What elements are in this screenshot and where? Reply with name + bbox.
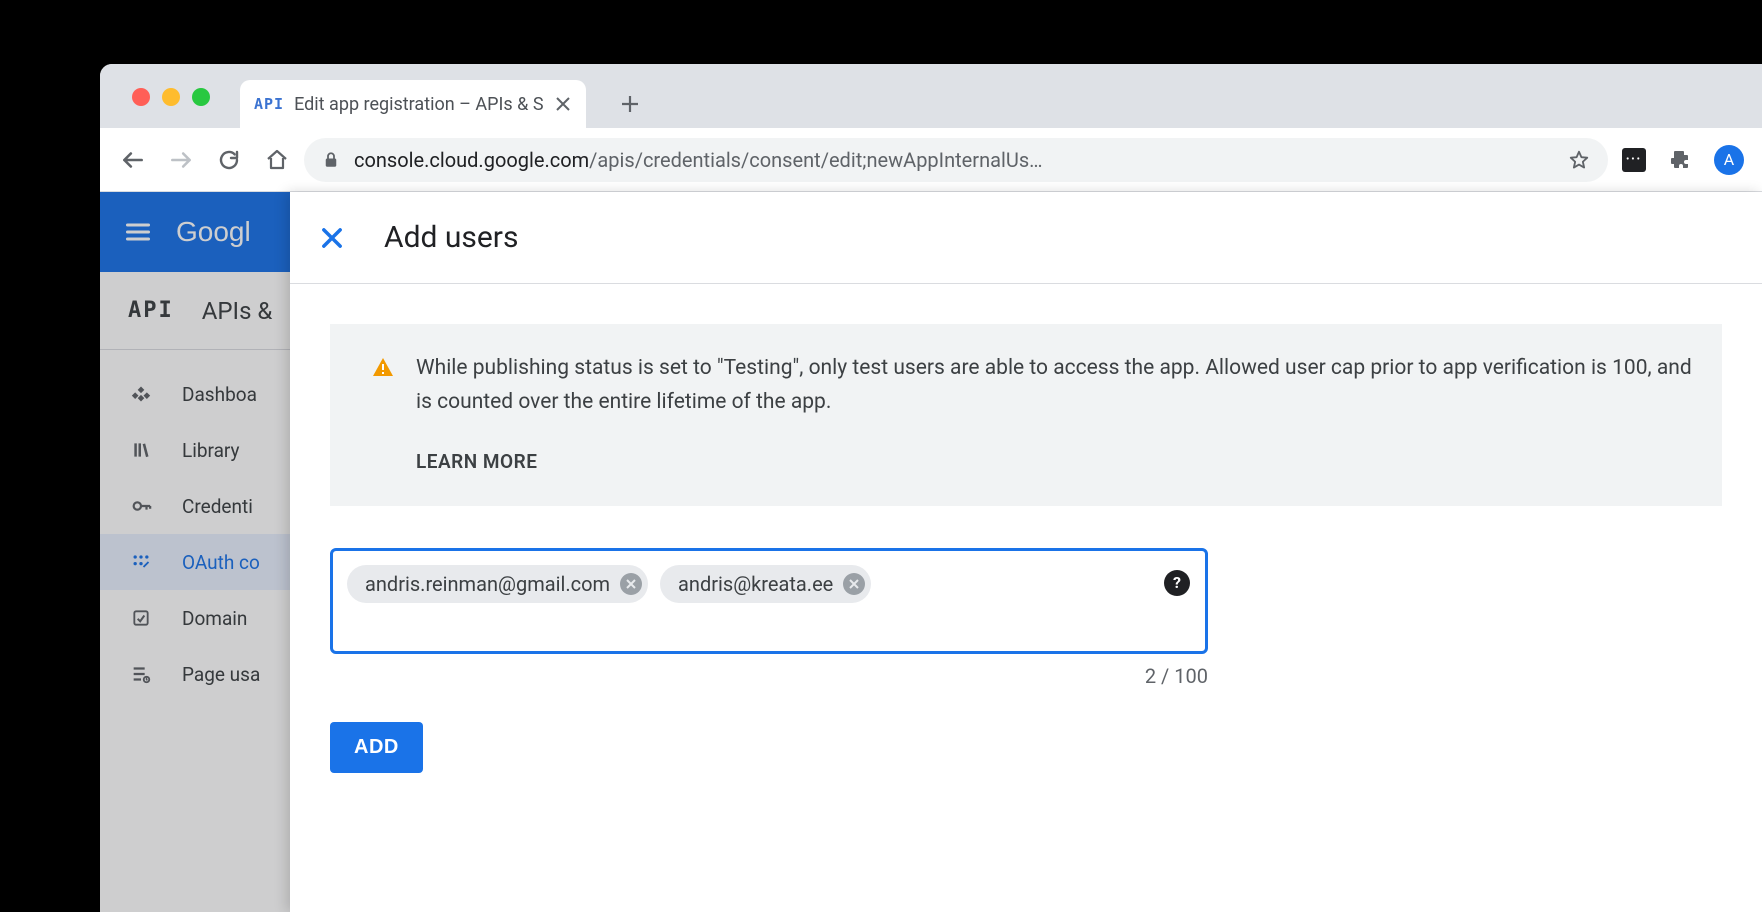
reload-button[interactable] [208, 139, 250, 181]
chip-remove-button[interactable] [843, 573, 865, 595]
url-text: console.cloud.google.com/apis/credential… [354, 148, 1554, 172]
lock-icon [322, 151, 340, 169]
new-tab-button[interactable] [610, 84, 650, 124]
users-chip-input[interactable]: andris.reinman@gmail.com andris@kreata.e… [330, 548, 1208, 654]
chip-label: andris.reinman@gmail.com [365, 572, 610, 596]
add-button[interactable]: ADD [330, 722, 423, 773]
address-bar[interactable]: console.cloud.google.com/apis/credential… [304, 138, 1608, 182]
url-path: /apis/credentials/consent/edit;newAppInt… [589, 148, 1042, 172]
window-minimize-button[interactable] [162, 88, 180, 106]
panel-header: Add users [290, 192, 1762, 284]
extensions-puzzle-icon[interactable] [1660, 139, 1702, 181]
profile-avatar[interactable]: A [1714, 145, 1744, 175]
forward-button[interactable] [160, 139, 202, 181]
bookmark-star-icon[interactable] [1568, 149, 1590, 171]
add-users-panel: Add users While publishing status is set… [290, 192, 1762, 912]
chip-remove-button[interactable] [620, 573, 642, 595]
learn-more-link[interactable]: LEARN MORE [416, 447, 1692, 477]
window-controls [112, 88, 230, 128]
home-button[interactable] [256, 139, 298, 181]
panel-close-button[interactable] [314, 220, 350, 256]
browser-tab[interactable]: API Edit app registration – APIs & S [240, 80, 586, 128]
url-host: console.cloud.google.com [354, 148, 589, 172]
window-close-button[interactable] [132, 88, 150, 106]
back-button[interactable] [112, 139, 154, 181]
chip-label: andris@kreata.ee [678, 572, 833, 596]
users-input-wrapper: andris.reinman@gmail.com andris@kreata.e… [330, 548, 1208, 654]
tab-title: Edit app registration – APIs & S [294, 94, 543, 115]
window-zoom-button[interactable] [192, 88, 210, 106]
user-chip[interactable]: andris.reinman@gmail.com [347, 565, 648, 603]
extension-button[interactable]: ••• [1622, 148, 1646, 172]
warning-icon [370, 354, 396, 380]
testing-notice: While publishing status is set to "Testi… [330, 324, 1722, 506]
panel-title: Add users [384, 220, 518, 255]
browser-window: API Edit app registration – APIs & S [100, 64, 1762, 912]
cloud-console: Googl API APIs & Dashboa Library [100, 192, 1762, 912]
tab-close-button[interactable] [554, 95, 572, 113]
panel-body: While publishing status is set to "Testi… [290, 284, 1762, 912]
help-icon[interactable]: ? [1164, 570, 1190, 596]
notice-text: While publishing status is set to "Testi… [416, 352, 1692, 419]
browser-tabbar: API Edit app registration – APIs & S [100, 64, 1762, 128]
users-counter: 2 / 100 [330, 664, 1208, 688]
tab-favicon: API [254, 95, 284, 113]
browser-toolbar: console.cloud.google.com/apis/credential… [100, 128, 1762, 192]
user-chip[interactable]: andris@kreata.ee [660, 565, 871, 603]
